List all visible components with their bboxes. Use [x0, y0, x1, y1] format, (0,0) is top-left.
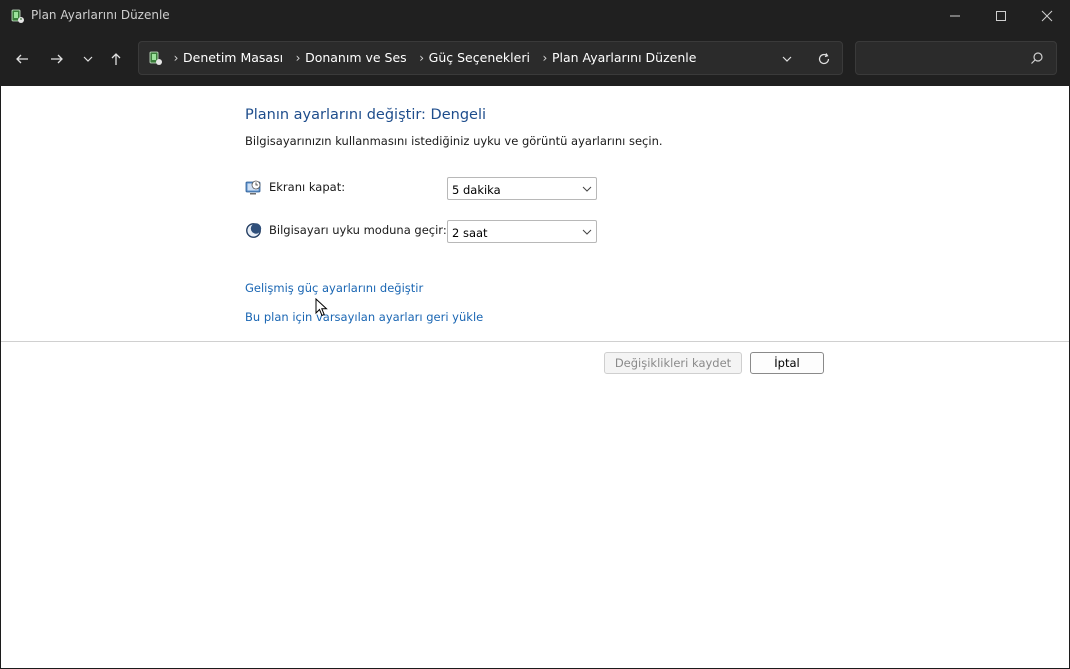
breadcrumb-item[interactable]: Donanım ve Ses — [305, 50, 407, 65]
arrow-left-icon — [16, 54, 28, 64]
chevron-right-icon[interactable]: › — [291, 51, 305, 65]
refresh-icon — [818, 53, 830, 65]
window-title: Plan Ayarlarını Düzenle — [31, 8, 170, 22]
display-off-value: 5 dakika — [452, 183, 501, 197]
search-icon[interactable] — [1030, 51, 1044, 65]
display-off-label: Ekranı kapat: — [269, 180, 346, 194]
breadcrumb-item[interactable]: Güç Seçenekleri — [429, 50, 530, 65]
save-changes-button[interactable]: Değişiklikleri kaydet — [604, 352, 742, 374]
page-title: Planın ayarlarını değiştir: Dengeli — [245, 107, 487, 123]
cancel-button[interactable]: İptal — [750, 352, 824, 374]
title-bar: Plan Ayarlarını Düzenle — [0, 0, 1070, 32]
recent-locations-button[interactable] — [74, 46, 102, 72]
power-options-icon — [149, 51, 162, 65]
forward-button[interactable] — [43, 46, 71, 72]
chevron-down-icon — [582, 186, 592, 192]
minimize-button[interactable] — [932, 0, 978, 32]
chevron-right-icon: › — [173, 50, 179, 65]
restore-defaults-link[interactable]: Bu plan için varsayılan ayarları geri yü… — [245, 310, 483, 324]
navigation-bar: › Denetim Masası › Donanım ve Ses › Güç … — [0, 32, 1070, 86]
page-description: Bilgisayarınızın kullanmasını istediğini… — [245, 134, 663, 148]
maximize-button[interactable] — [978, 0, 1024, 32]
chevron-right-icon[interactable]: › — [538, 51, 552, 65]
address-history-button[interactable] — [777, 50, 797, 68]
main-content: Planın ayarlarını değiştir: Dengeli Bilg… — [1, 86, 1069, 668]
back-button[interactable] — [8, 46, 36, 72]
close-icon — [1041, 10, 1053, 22]
search-box[interactable] — [855, 41, 1057, 75]
display-off-dropdown[interactable]: 5 dakika — [447, 177, 597, 200]
divider — [1, 341, 1069, 342]
display-timer-icon — [245, 180, 261, 195]
advanced-power-settings-link[interactable]: Gelişmiş güç ayarlarını değiştir — [245, 281, 423, 295]
chevron-down-icon — [582, 229, 592, 235]
sleep-dropdown[interactable]: 2 saat — [447, 220, 597, 243]
close-button[interactable] — [1024, 0, 1070, 32]
sleep-moon-icon — [246, 223, 262, 238]
minimize-icon — [950, 15, 960, 17]
up-button[interactable] — [102, 46, 130, 72]
sleep-setting: Bilgisayarı uyku moduna geçir: 2 saat — [245, 219, 605, 243]
sleep-label: Bilgisayarı uyku moduna geçir: — [269, 223, 447, 237]
breadcrumb-item[interactable]: Plan Ayarlarını Düzenle — [552, 50, 696, 65]
sleep-value: 2 saat — [452, 226, 488, 240]
display-off-setting: Ekranı kapat: 5 dakika — [245, 176, 605, 200]
chevron-down-icon — [83, 56, 93, 62]
chevron-right-icon[interactable]: › — [415, 51, 429, 65]
refresh-button[interactable] — [813, 49, 835, 69]
arrow-right-icon — [51, 54, 63, 64]
arrow-up-icon — [111, 53, 121, 65]
address-bar[interactable]: › Denetim Masası › Donanım ve Ses › Güç … — [138, 41, 843, 75]
chevron-down-icon — [782, 56, 792, 62]
breadcrumb-item[interactable]: Denetim Masası — [183, 50, 283, 65]
search-input[interactable] — [864, 48, 1024, 68]
power-options-icon — [11, 9, 24, 23]
breadcrumb: › Denetim Masası › Donanım ve Ses › Güç … — [169, 50, 704, 65]
maximize-icon — [996, 11, 1006, 21]
mouse-cursor-icon — [315, 298, 328, 317]
